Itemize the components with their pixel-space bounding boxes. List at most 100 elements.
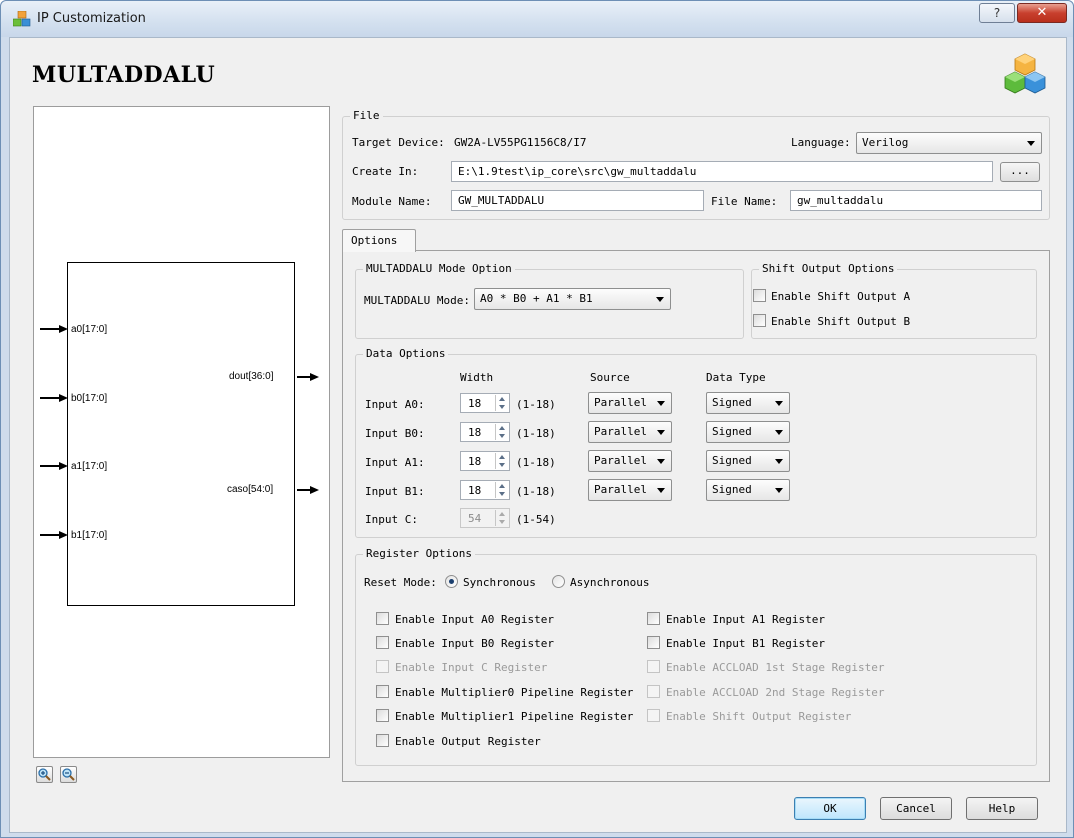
- synchronous-radio[interactable]: [445, 575, 458, 588]
- input-a1-type-select[interactable]: Signed: [706, 450, 790, 472]
- cancel-button[interactable]: Cancel: [880, 797, 952, 820]
- shift-output-a-label: Enable Shift Output A: [771, 290, 911, 303]
- input-b0-register-checkbox[interactable]: [376, 636, 389, 649]
- input-b1-register-label: Enable Input B1 Register: [666, 637, 825, 650]
- input-c-width-spinbox: 54: [460, 508, 510, 528]
- pin-b1: b1[17:0]: [71, 530, 108, 541]
- zoom-out-button[interactable]: [60, 766, 77, 783]
- input-a0-range: (1-18): [516, 398, 556, 411]
- input-a1-register-checkbox[interactable]: [647, 612, 660, 625]
- create-in-field[interactable]: E:\1.9test\ip_core\src\gw_multaddalu: [451, 161, 993, 182]
- language-select[interactable]: Verilog: [856, 132, 1042, 154]
- chevron-down-icon: [775, 488, 783, 493]
- input-a0-type: Signed: [712, 396, 752, 409]
- tab-options[interactable]: Options: [342, 229, 416, 252]
- input-arrowhead: [59, 531, 68, 539]
- input-b1-source-select[interactable]: Parallel: [588, 479, 672, 501]
- input-a0-source: Parallel: [594, 396, 647, 409]
- input-arrowhead: [59, 462, 68, 470]
- input-b0-source-select[interactable]: Parallel: [588, 421, 672, 443]
- close-button[interactable]: ✕: [1017, 3, 1067, 23]
- multiplier0-pipeline-register-checkbox[interactable]: [376, 685, 389, 698]
- file-name-label: File Name:: [711, 195, 778, 208]
- browse-button[interactable]: ...: [1000, 162, 1040, 182]
- help-button[interactable]: Help: [966, 797, 1038, 820]
- chevron-down-icon: [657, 430, 665, 435]
- zoom-in-icon: [38, 768, 51, 781]
- input-b1-width: 18: [468, 484, 482, 497]
- input-c-register-label: Enable Input C Register: [395, 661, 548, 674]
- input-a0-width-spinbox[interactable]: 18: [460, 393, 510, 413]
- spin-arrows-icon: [495, 424, 508, 440]
- input-arrowhead: [59, 394, 68, 402]
- title-bar: IP Customization ? ✕: [1, 1, 1073, 37]
- chevron-down-icon: [656, 297, 664, 302]
- multiplier0-pipeline-register-label: Enable Multiplier0 Pipeline Register: [395, 686, 634, 699]
- chevron-down-icon: [657, 459, 665, 464]
- page-title: MULTADDALU: [32, 62, 216, 88]
- shift-output-b-checkbox[interactable]: [753, 314, 766, 327]
- window-title: IP Customization: [37, 11, 146, 26]
- input-a0-type-select[interactable]: Signed: [706, 392, 790, 414]
- file-group-title: File: [350, 109, 383, 122]
- input-b0-range: (1-18): [516, 427, 556, 440]
- input-b1-register-checkbox[interactable]: [647, 636, 660, 649]
- context-help-button[interactable]: ?: [979, 3, 1015, 23]
- output-arrow: [297, 489, 311, 491]
- module-name-field[interactable]: GW_MULTADDALU: [451, 190, 704, 211]
- input-c-range: (1-54): [516, 513, 556, 526]
- asynchronous-label: Asynchronous: [570, 576, 650, 589]
- input-arrow: [40, 465, 60, 467]
- input-a0-label: Input A0:: [365, 398, 425, 411]
- shift-group-title: Shift Output Options: [759, 262, 898, 275]
- input-a1-register-label: Enable Input A1 Register: [666, 613, 825, 626]
- source-header: Source: [590, 371, 630, 384]
- chevron-down-icon: [775, 430, 783, 435]
- cubes-logo-icon: [1004, 53, 1046, 94]
- ok-button[interactable]: OK: [794, 797, 866, 820]
- pin-dout: dout[36:0]: [229, 371, 274, 382]
- output-register-checkbox[interactable]: [376, 734, 389, 747]
- shift-output-group: [751, 269, 1037, 339]
- target-device-label: Target Device:: [352, 136, 445, 149]
- input-b1-type-select[interactable]: Signed: [706, 479, 790, 501]
- reset-mode-label: Reset Mode:: [364, 576, 437, 589]
- mode-select[interactable]: A0 * B0 + A1 * B1: [474, 288, 671, 310]
- zoom-in-button[interactable]: [36, 766, 53, 783]
- input-b1-source: Parallel: [594, 483, 647, 496]
- input-b1-width-spinbox[interactable]: 18: [460, 480, 510, 500]
- input-b0-width: 18: [468, 426, 482, 439]
- input-arrow: [40, 534, 60, 536]
- file-name-field[interactable]: gw_multaddalu: [790, 190, 1042, 211]
- input-b0-width-spinbox[interactable]: 18: [460, 422, 510, 442]
- chevron-down-icon: [657, 488, 665, 493]
- input-arrow: [40, 328, 60, 330]
- input-a1-width-spinbox[interactable]: 18: [460, 451, 510, 471]
- input-a1-source: Parallel: [594, 454, 647, 467]
- chevron-down-icon: [775, 459, 783, 464]
- shift-output-a-checkbox[interactable]: [753, 289, 766, 302]
- multiplier1-pipeline-register-label: Enable Multiplier1 Pipeline Register: [395, 710, 634, 723]
- output-arrow: [297, 376, 311, 378]
- accload-2nd-stage-register-label: Enable ACCLOAD 2nd Stage Register: [666, 686, 885, 699]
- input-a1-source-select[interactable]: Parallel: [588, 450, 672, 472]
- input-a0-width: 18: [468, 397, 482, 410]
- ip-core-icon: [13, 11, 31, 27]
- input-b1-type: Signed: [712, 483, 752, 496]
- spin-arrows-icon: [495, 510, 508, 526]
- input-a0-source-select[interactable]: Parallel: [588, 392, 672, 414]
- data-options-title: Data Options: [363, 347, 449, 360]
- accload-1st-stage-register-label: Enable ACCLOAD 1st Stage Register: [666, 661, 885, 674]
- register-options-title: Register Options: [363, 547, 475, 560]
- module-name-label: Module Name:: [352, 195, 432, 208]
- mode-value: A0 * B0 + A1 * B1: [480, 292, 593, 305]
- zoom-out-icon: [62, 768, 75, 781]
- chevron-down-icon: [775, 401, 783, 406]
- create-in-label: Create In:: [352, 165, 419, 178]
- input-arrow: [40, 397, 60, 399]
- input-a0-register-checkbox[interactable]: [376, 612, 389, 625]
- input-b0-type-select[interactable]: Signed: [706, 421, 790, 443]
- multiplier1-pipeline-register-checkbox[interactable]: [376, 709, 389, 722]
- shift-output-register-label: Enable Shift Output Register: [666, 710, 852, 723]
- asynchronous-radio[interactable]: [552, 575, 565, 588]
